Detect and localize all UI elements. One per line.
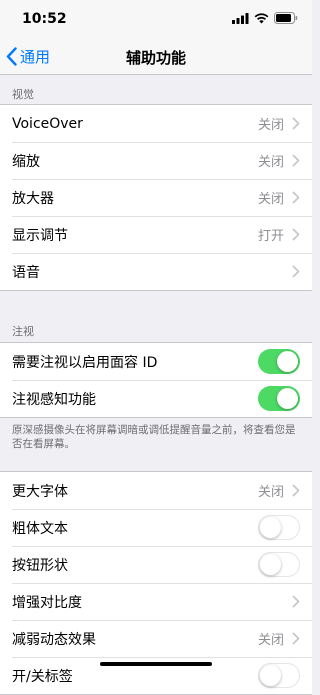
status-icons — [232, 12, 298, 24]
button-shapes-toggle[interactable] — [258, 552, 300, 577]
wifi-icon — [254, 12, 269, 23]
battery-icon — [274, 12, 298, 24]
row-value: 关闭 — [257, 192, 284, 207]
bold-text-toggle[interactable] — [258, 515, 300, 540]
vision-group: VoiceOver 关闭 缩放 关闭 放大器 关闭 显示调节 打开 语音 — [0, 104, 312, 291]
row-speech[interactable]: 语音 — [0, 253, 312, 290]
row-button-shapes: 按钮形状 — [0, 546, 312, 583]
page-title: 辅助功能 — [125, 49, 186, 67]
row-label: VoiceOver — [12, 115, 83, 132]
row-require-attention-face-id: 需要注视以启用面容 ID — [0, 343, 312, 380]
cellular-signal-icon — [232, 12, 249, 24]
toggle-knob — [277, 351, 298, 372]
row-bold-text: 粗体文本 — [0, 509, 312, 546]
row-label: 减弱动态效果 — [12, 631, 96, 648]
row-display-accommodations[interactable]: 显示调节 打开 — [0, 216, 312, 253]
row-attention-aware-features: 注视感知功能 — [0, 380, 312, 417]
row-value: 打开 — [257, 229, 284, 244]
row-reduce-motion[interactable]: 减弱动态效果 关闭 — [0, 620, 312, 657]
chevron-right-icon — [292, 117, 300, 130]
row-label: 粗体文本 — [12, 520, 68, 537]
row-label: 放大器 — [12, 190, 54, 207]
navigation-bar: 通用 辅助功能 — [0, 38, 312, 75]
on-off-labels-toggle[interactable] — [258, 663, 300, 688]
row-increase-contrast[interactable]: 增强对比度 — [0, 583, 312, 620]
row-value: 关闭 — [257, 633, 284, 648]
row-label: 语音 — [12, 264, 40, 281]
toggle-knob — [277, 388, 298, 409]
attention-footer-note: 原深感摄像头在将屏幕调暗或调低提醒音量之前，将查看您是否在看屏幕。 — [12, 424, 296, 450]
chevron-right-icon — [292, 632, 300, 645]
chevron-right-icon — [292, 154, 300, 167]
row-label: 增强对比度 — [12, 594, 82, 611]
toggle-knob — [259, 664, 281, 686]
row-label: 缩放 — [12, 153, 40, 170]
chevron-right-icon — [292, 595, 300, 608]
row-magnifier[interactable]: 放大器 关闭 — [0, 179, 312, 216]
row-label: 开/关标签 — [12, 668, 73, 685]
chevron-right-icon — [292, 265, 300, 278]
attention-group: 需要注视以启用面容 ID 注视感知功能 — [0, 342, 312, 418]
chevron-right-icon — [292, 484, 300, 497]
row-value: 关闭 — [257, 118, 284, 133]
status-bar: 10:52 — [0, 0, 312, 38]
status-time: 10:52 — [22, 11, 67, 27]
require-attention-toggle[interactable] — [258, 349, 300, 374]
row-larger-text[interactable]: 更大字体 关闭 — [0, 472, 312, 509]
row-voiceover[interactable]: VoiceOver 关闭 — [0, 105, 312, 142]
row-label: 更大字体 — [12, 483, 68, 500]
row-label: 按钮形状 — [12, 557, 68, 574]
row-value: 关闭 — [257, 485, 284, 500]
home-indicator[interactable] — [100, 662, 212, 666]
row-label: 注视感知功能 — [12, 391, 96, 408]
chevron-right-icon — [292, 191, 300, 204]
row-label: 显示调节 — [12, 227, 68, 244]
toggle-knob — [259, 516, 281, 538]
row-zoom[interactable]: 缩放 关闭 — [0, 142, 312, 179]
row-label: 需要注视以启用面容 ID — [12, 354, 158, 371]
row-value: 关闭 — [257, 155, 284, 170]
chevron-right-icon — [292, 228, 300, 241]
attention-aware-toggle[interactable] — [258, 386, 300, 411]
toggle-knob — [259, 553, 281, 575]
section-header-attention: 注视 — [12, 325, 34, 338]
section-header-vision: 视觉 — [12, 88, 34, 101]
